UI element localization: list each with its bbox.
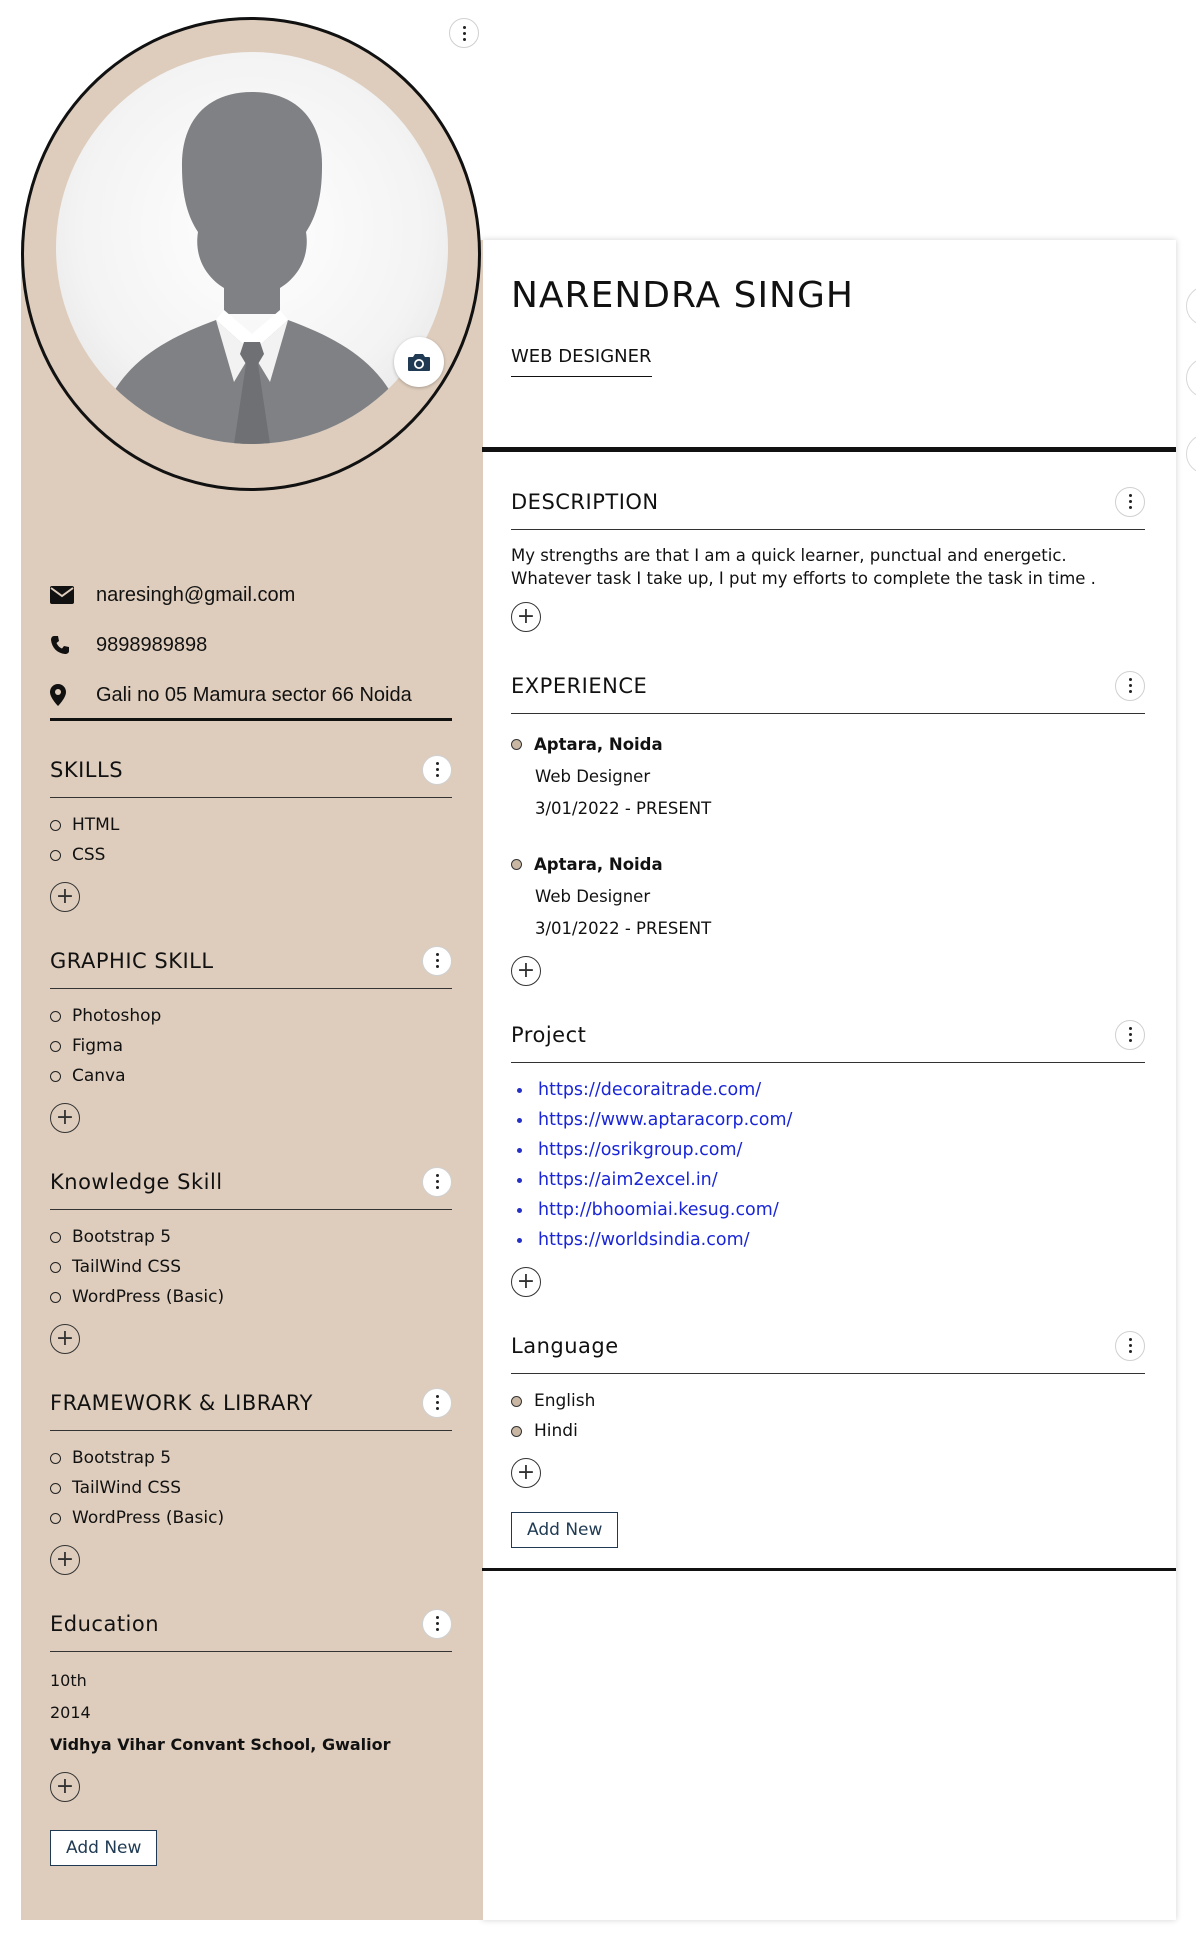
profile-title: WEB DESIGNER bbox=[511, 346, 652, 377]
change-photo-button[interactable] bbox=[394, 337, 444, 387]
add-framework-button[interactable]: + bbox=[50, 1545, 80, 1575]
project-link-item: https://www.aptaracorp.com/ bbox=[511, 1105, 1145, 1135]
description-section: DESCRIPTION My strengths are that I am a… bbox=[511, 482, 1145, 632]
experience-period: 3/01/2022 - PRESENT bbox=[535, 918, 712, 938]
graphic-skill-menu-button[interactable] bbox=[422, 945, 452, 976]
list-item: WordPress (Basic) bbox=[50, 1503, 452, 1533]
contact-phone-row: 9898989898 bbox=[50, 620, 454, 670]
project-link-item: https://aim2excel.in/ bbox=[511, 1165, 1145, 1195]
add-experience-button[interactable]: + bbox=[511, 956, 541, 986]
language-title: Language bbox=[511, 1333, 619, 1358]
header-divider bbox=[482, 447, 1176, 452]
experience-item: Aptara, Noida Web Designer 3/01/2022 - P… bbox=[511, 728, 1145, 824]
contact-phone: 9898989898 bbox=[96, 633, 208, 656]
education-title: Education bbox=[50, 1611, 160, 1636]
project-link[interactable]: https://aim2excel.in/ bbox=[538, 1170, 718, 1190]
project-section: Project https://decoraitrade.com/ https:… bbox=[511, 1015, 1145, 1297]
add-description-button[interactable]: + bbox=[511, 602, 541, 632]
contact-email: naresingh@gmail.com bbox=[96, 583, 296, 606]
experience-section: EXPERIENCE Aptara, Noida Web Designer 3/… bbox=[511, 666, 1145, 986]
experience-title: EXPERIENCE bbox=[511, 673, 648, 698]
edge-control-2[interactable] bbox=[1186, 358, 1196, 398]
education-level: 10th bbox=[50, 1670, 87, 1690]
contact-email-row: naresingh@gmail.com bbox=[50, 570, 454, 620]
phone-icon bbox=[50, 635, 96, 655]
skills-title: SKILLS bbox=[50, 757, 124, 782]
project-link[interactable]: https://www.aptaracorp.com/ bbox=[538, 1110, 792, 1130]
list-item: Figma bbox=[50, 1031, 452, 1061]
add-knowledge-skill-button[interactable]: + bbox=[50, 1324, 80, 1354]
list-item: TailWind CSS bbox=[50, 1252, 452, 1282]
experience-period: 3/01/2022 - PRESENT bbox=[535, 798, 712, 818]
list-item: Bootstrap 5 bbox=[50, 1443, 452, 1473]
project-link[interactable]: https://osrikgroup.com/ bbox=[538, 1140, 742, 1160]
list-item: HTML bbox=[50, 810, 452, 840]
experience-company: Aptara, Noida bbox=[534, 854, 663, 874]
skills-section: SKILLS HTML CSS + bbox=[50, 750, 452, 912]
avatar-menu-button[interactable] bbox=[449, 18, 479, 48]
framework-library-menu-button[interactable] bbox=[422, 1387, 452, 1418]
contact-info: naresingh@gmail.com 9898989898 Gali no 0… bbox=[50, 570, 454, 720]
knowledge-skill-menu-button[interactable] bbox=[422, 1166, 452, 1197]
list-item: Bootstrap 5 bbox=[50, 1222, 452, 1252]
project-link-item: http://bhoomiai.kesug.com/ bbox=[511, 1195, 1145, 1225]
list-item: WordPress (Basic) bbox=[50, 1282, 452, 1312]
add-language-button[interactable]: + bbox=[511, 1458, 541, 1488]
education-school: Vidhya Vihar Convant School, Gwalior bbox=[50, 1734, 391, 1754]
description-text: My strengths are that I am a quick learn… bbox=[511, 546, 1096, 588]
framework-library-section: FRAMEWORK & LIBRARY Bootstrap 5 TailWind… bbox=[50, 1383, 452, 1575]
project-link[interactable]: https://worldsindia.com/ bbox=[538, 1230, 750, 1250]
camera-icon bbox=[408, 354, 430, 371]
profile-name: NARENDRA SINGH bbox=[511, 275, 854, 316]
contact-address: Gali no 05 Mamura sector 66 Noida bbox=[96, 683, 412, 706]
list-item: English bbox=[511, 1386, 1145, 1416]
education-section: Education 10th 2014 Vidhya Vihar Convant… bbox=[50, 1604, 452, 1866]
add-education-button[interactable]: + bbox=[50, 1772, 80, 1802]
add-graphic-skill-button[interactable]: + bbox=[50, 1103, 80, 1133]
edge-control-3[interactable] bbox=[1186, 434, 1196, 474]
experience-item: Aptara, Noida Web Designer 3/01/2022 - P… bbox=[511, 848, 1145, 944]
footer-divider bbox=[482, 1568, 1176, 1571]
contact-address-row: Gali no 05 Mamura sector 66 Noida bbox=[50, 670, 454, 720]
list-item: CSS bbox=[50, 840, 452, 870]
experience-role: Web Designer bbox=[535, 886, 651, 906]
project-menu-button[interactable] bbox=[1115, 1019, 1145, 1050]
project-title: Project bbox=[511, 1022, 587, 1047]
graphic-skill-title: GRAPHIC SKILL bbox=[50, 948, 214, 973]
add-new-section-right-button[interactable]: Add New bbox=[511, 1512, 619, 1548]
project-link-item: https://osrikgroup.com/ bbox=[511, 1135, 1145, 1165]
knowledge-skill-section: Knowledge Skill Bootstrap 5 TailWind CSS… bbox=[50, 1162, 452, 1354]
knowledge-skill-title: Knowledge Skill bbox=[50, 1169, 223, 1194]
experience-role: Web Designer bbox=[535, 766, 651, 786]
contact-divider bbox=[50, 718, 452, 721]
skills-menu-button[interactable] bbox=[422, 754, 452, 785]
project-link-item: https://decoraitrade.com/ bbox=[511, 1075, 1145, 1105]
framework-library-title: FRAMEWORK & LIBRARY bbox=[50, 1390, 313, 1415]
experience-menu-button[interactable] bbox=[1115, 670, 1145, 701]
education-menu-button[interactable] bbox=[422, 1608, 452, 1639]
add-project-button[interactable]: + bbox=[511, 1267, 541, 1297]
avatar-frame bbox=[21, 17, 481, 491]
language-menu-button[interactable] bbox=[1115, 1330, 1145, 1361]
education-year: 2014 bbox=[50, 1702, 91, 1722]
graphic-skill-section: GRAPHIC SKILL Photoshop Figma Canva + bbox=[50, 941, 452, 1133]
description-menu-button[interactable] bbox=[1115, 486, 1145, 517]
list-item: Hindi bbox=[511, 1416, 1145, 1446]
project-link[interactable]: https://decoraitrade.com/ bbox=[538, 1080, 761, 1100]
map-marker-icon bbox=[50, 684, 96, 706]
avatar bbox=[56, 52, 448, 444]
language-section: Language English Hindi + Add New bbox=[511, 1326, 1145, 1548]
list-item: TailWind CSS bbox=[50, 1473, 452, 1503]
edge-control-1[interactable] bbox=[1186, 286, 1196, 326]
list-item: Canva bbox=[50, 1061, 452, 1091]
add-skill-button[interactable]: + bbox=[50, 882, 80, 912]
experience-company: Aptara, Noida bbox=[534, 734, 663, 754]
add-new-section-left-button[interactable]: Add New bbox=[50, 1830, 158, 1866]
project-link-item: https://worldsindia.com/ bbox=[511, 1225, 1145, 1255]
list-item: Photoshop bbox=[50, 1001, 452, 1031]
envelope-icon bbox=[50, 586, 96, 604]
description-title: DESCRIPTION bbox=[511, 489, 659, 514]
avatar-silhouette-icon bbox=[96, 92, 408, 444]
project-link[interactable]: http://bhoomiai.kesug.com/ bbox=[538, 1200, 779, 1220]
